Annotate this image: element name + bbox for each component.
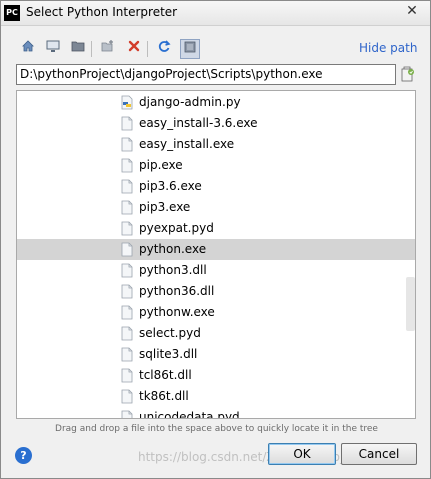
- file-icon: [121, 410, 133, 418]
- tree-item[interactable]: tcl86t.dll: [17, 365, 415, 386]
- project-folder-icon[interactable]: [68, 39, 88, 59]
- tree-item[interactable]: python36.dll: [17, 281, 415, 302]
- tree-item-label: django-admin.py: [139, 95, 241, 109]
- tree-item-label: easy_install-3.6.exe: [139, 116, 258, 130]
- select-python-interpreter-dialog: PC Select Python Interpreter ✕ Hide path…: [0, 0, 431, 479]
- file-icon: [121, 179, 133, 194]
- tree-item[interactable]: unicodedata.pyd: [17, 407, 415, 419]
- tree-item-label: python3.dll: [139, 263, 207, 277]
- close-icon[interactable]: ✕: [398, 2, 426, 21]
- file-icon: [121, 326, 133, 341]
- tree-item[interactable]: pip.exe: [17, 155, 415, 176]
- file-icon: [121, 116, 133, 131]
- tree-item-label: pythonw.exe: [139, 305, 215, 319]
- tree-item-label: pip3.exe: [139, 200, 191, 214]
- toolbar: [18, 39, 218, 59]
- path-input[interactable]: D:\pythonProject\djangoProject\Scripts\p…: [16, 64, 396, 85]
- tree-item[interactable]: sqlite3.dll: [17, 344, 415, 365]
- file-icon: [121, 158, 133, 173]
- python-file-icon: [121, 95, 133, 110]
- help-button[interactable]: ?: [15, 447, 32, 464]
- title-bar: PC Select Python Interpreter ✕: [1, 1, 430, 26]
- file-icon: [121, 242, 133, 257]
- cancel-button[interactable]: Cancel: [341, 443, 417, 465]
- toolbar-separator: [147, 41, 148, 57]
- ok-button[interactable]: OK: [268, 443, 336, 465]
- tree-item[interactable]: tk86t.dll: [17, 386, 415, 407]
- tree-item[interactable]: pip3.exe: [17, 197, 415, 218]
- file-icon: [121, 137, 133, 152]
- tree-item-label: python.exe: [139, 242, 207, 256]
- drag-drop-hint: Drag and drop a file into the space abov…: [55, 424, 378, 434]
- toolbar-separator: [91, 41, 92, 57]
- tree-item[interactable]: python.exe: [17, 239, 415, 260]
- tree-item[interactable]: python3.dll: [17, 260, 415, 281]
- tree-item-label: python36.dll: [139, 284, 215, 298]
- tree-item-label: pip3.6.exe: [139, 179, 202, 193]
- delete-icon[interactable]: [124, 39, 144, 59]
- tree-item[interactable]: select.pyd: [17, 323, 415, 344]
- file-icon: [121, 389, 133, 404]
- tree-item-label: sqlite3.dll: [139, 347, 198, 361]
- tree-item[interactable]: pythonw.exe: [17, 302, 415, 323]
- file-icon: [121, 368, 133, 383]
- desktop-icon[interactable]: [43, 39, 63, 59]
- dialog-title: Select Python Interpreter: [26, 5, 178, 19]
- tree-item[interactable]: django-admin.py: [17, 92, 415, 113]
- hide-path-link[interactable]: Hide path: [359, 41, 417, 55]
- tree-item-label: easy_install.exe: [139, 137, 235, 151]
- file-icon: [121, 200, 133, 215]
- file-icon: [121, 263, 133, 278]
- new-folder-icon[interactable]: [98, 39, 118, 59]
- file-tree[interactable]: unicodedata.pyd tk86t.dll tcl86t.dll sqlite…: [16, 90, 416, 419]
- file-icon: [121, 305, 133, 320]
- tree-item-label: pyexpat.pyd: [139, 221, 214, 235]
- pycharm-app-icon: PC: [4, 5, 20, 21]
- tree-item-label: tcl86t.dll: [139, 368, 192, 382]
- tree-item[interactable]: easy_install-3.6.exe: [17, 113, 415, 134]
- tree-scrollbar[interactable]: [406, 277, 415, 331]
- tree-item-label: pip.exe: [139, 158, 183, 172]
- show-hidden-icon[interactable]: [180, 39, 200, 59]
- file-icon: [121, 347, 133, 362]
- tree-item[interactable]: pyexpat.pyd: [17, 218, 415, 239]
- tree-item-label: select.pyd: [139, 326, 201, 340]
- file-icon: [121, 221, 133, 236]
- tree-item-label: tk86t.dll: [139, 389, 189, 403]
- refresh-icon[interactable]: [154, 39, 174, 59]
- home-icon[interactable]: [18, 39, 38, 59]
- tree-item-label: unicodedata.pyd: [139, 410, 240, 419]
- file-icon: [121, 284, 133, 299]
- tree-item[interactable]: pip3.6.exe: [17, 176, 415, 197]
- path-history-icon[interactable]: [401, 66, 415, 82]
- tree-item[interactable]: easy_install.exe: [17, 134, 415, 155]
